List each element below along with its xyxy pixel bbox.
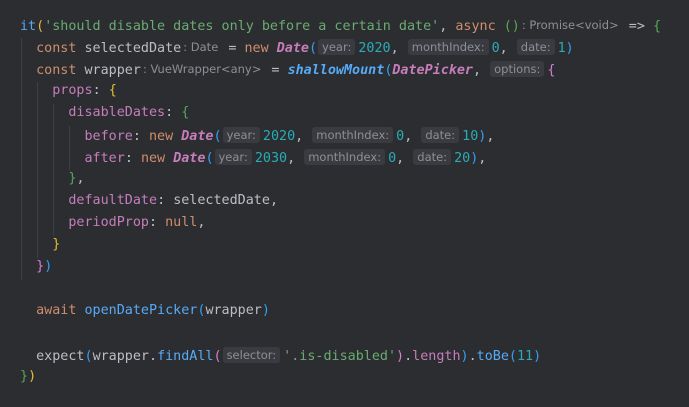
null-keyword: null	[165, 215, 198, 230]
new-keyword: new	[244, 41, 269, 56]
wrapper-variable[interactable]: wrapper	[93, 349, 149, 364]
param-hint-month: monthIndex:	[407, 39, 489, 55]
to-be-call[interactable]: toBe	[477, 349, 509, 364]
param-hint-options: options:	[490, 61, 545, 77]
code-line: expect(wrapper.findAll(selector: '.is-dis…	[36, 347, 542, 364]
number-literal: 20	[454, 151, 471, 166]
shallow-mount-call[interactable]: shallowMount	[288, 63, 385, 78]
code-line: after: new Date(year: 2030, monthIndex: 0,…	[84, 149, 487, 166]
number-literal: 2030	[254, 151, 288, 166]
code-line: },	[68, 171, 85, 186]
param-hint-month: monthIndex:	[312, 127, 394, 143]
default-date-key[interactable]: defaultDate	[68, 193, 157, 208]
date-picker-class[interactable]: DatePicker	[392, 63, 473, 78]
new-keyword: new	[140, 151, 166, 166]
param-hint-year: year:	[318, 39, 356, 55]
await-keyword: await	[36, 303, 77, 318]
selector-string: '.is-disabled'	[283, 349, 397, 364]
return-type-hint: : Promise<void>	[521, 18, 619, 32]
find-all-call[interactable]: findAll	[157, 349, 213, 364]
selected-date-variable[interactable]: selectedDate	[85, 41, 182, 56]
code-line: before: new Date(year: 2020, monthIndex: 0…	[84, 127, 495, 144]
props-key[interactable]: props	[52, 83, 92, 98]
before-key[interactable]: before	[85, 129, 133, 144]
code-line: props: {	[52, 83, 117, 98]
code-line: disableDates: {	[68, 105, 190, 120]
param-hint-year: year:	[222, 127, 260, 143]
wrapper-variable[interactable]: wrapper	[205, 303, 261, 318]
code-line: it('should disable dates only before a c…	[20, 18, 662, 34]
length-property[interactable]: length	[412, 349, 460, 364]
code-line: const selectedDate: Date = new Date(year…	[36, 39, 574, 56]
number-literal: 1	[557, 41, 566, 56]
param-hint-date: date:	[421, 127, 460, 143]
disable-dates-key[interactable]: disableDates	[68, 105, 165, 120]
new-keyword: new	[149, 129, 174, 144]
selected-date-variable[interactable]: selectedDate	[173, 193, 270, 208]
date-class[interactable]: Date	[181, 129, 213, 144]
type-hint: : Date	[183, 40, 219, 54]
code-editor[interactable]: it('should disable dates only before a c…	[0, 0, 689, 407]
param-hint-selector: selector:	[222, 347, 281, 363]
code-line: })	[36, 259, 53, 274]
const-keyword: const	[36, 41, 77, 56]
code-line: const wrapper: VueWrapper<any> = shallow…	[36, 61, 556, 78]
number-literal: 10	[462, 129, 479, 144]
number-literal: 2020	[358, 41, 391, 56]
code-line: await openDatePicker(wrapper)	[36, 303, 270, 318]
number-literal: 0	[491, 41, 500, 56]
open-date-picker-call[interactable]: openDatePicker	[85, 303, 198, 318]
param-hint-date: date:	[516, 39, 555, 55]
wrapper-variable[interactable]: wrapper	[85, 63, 141, 78]
period-prop-key[interactable]: periodProp	[68, 215, 149, 230]
expected-count: 11	[516, 349, 534, 364]
type-hint: : VueWrapper<any>	[142, 62, 262, 76]
param-hint-date: date:	[413, 149, 452, 165]
code-line: periodProp: null,	[68, 215, 206, 230]
expect-call[interactable]: expect	[36, 349, 84, 364]
param-hint-year: year:	[214, 149, 252, 165]
after-key[interactable]: after	[85, 151, 125, 166]
param-hint-month: monthIndex:	[304, 149, 386, 165]
code-line: defaultDate: selectedDate,	[68, 193, 278, 208]
const-keyword: const	[36, 63, 77, 78]
date-class[interactable]: Date	[173, 151, 205, 166]
number-literal: 2020	[262, 129, 296, 144]
number-literal: 0	[388, 151, 397, 166]
number-literal: 0	[396, 129, 405, 144]
test-name-string: 'should disable dates only before a cert…	[44, 19, 440, 34]
it-call[interactable]: it	[20, 19, 36, 34]
async-keyword: async	[455, 19, 496, 34]
arrow-operator: =>	[628, 19, 645, 34]
code-line: })	[20, 369, 37, 384]
date-class[interactable]: Date	[277, 41, 309, 56]
code-line: }	[52, 237, 61, 252]
